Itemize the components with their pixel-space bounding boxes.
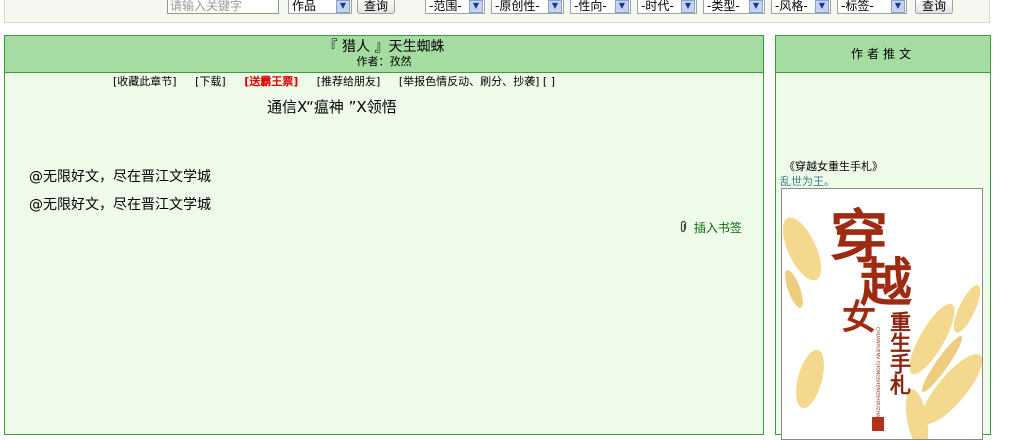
filter-originality-select[interactable]: -原创性- ▼ [491,0,564,14]
filter-label: -风格- [775,0,808,13]
chapter-header: 『 猎人 』天生蜘蛛 作者：孜然 [5,36,763,73]
author-line: 作者：孜然 [5,55,763,68]
recommend-link[interactable]: [推荐给朋友] [317,75,381,88]
filter-label: -类型- [707,0,740,13]
filter-style-select[interactable]: -风格- ▼ [771,0,831,14]
chevron-down-icon: ▼ [749,0,763,13]
query-button[interactable]: 查询 [357,0,395,14]
paperclip-icon [679,220,691,235]
chapter-title: 通信X“瘟神 ”X领悟 [267,98,397,116]
chevron-down-icon: ▼ [469,0,483,13]
chevron-down-icon: ▼ [815,0,829,13]
filter-range-select[interactable]: -范围- ▼ [425,0,485,14]
cover-pinyin: CHUANYUENV CHONGSHENGSHOUZHA [875,327,881,418]
author-recommend-panel: 作者推文 《穿越女重生手札》 乱世为王。 穿 越 女 重生手札 CHUANYUE… [775,35,991,440]
chevron-down-icon: ▼ [891,0,905,13]
filter-label: -时代- [641,0,674,13]
chevron-down-icon: ▼ [548,0,562,13]
chevron-down-icon: ▼ [336,0,350,13]
report-link[interactable]: [举报色情反动、刷分、抄袭] [ ] [399,75,555,88]
category-select-value: 作品 [292,0,317,13]
chevron-down-icon: ▼ [681,0,695,13]
search-bar: 请输入关键字 作品 ▼ 查询 -范围- ▼ -原创性- ▼ -性向- ▼ -时代… [4,0,990,23]
insert-bookmark-button[interactable]: 插入书签 [679,220,742,235]
chapter-paragraph: @无限好文，尽在晋江文学城 [29,169,211,185]
filter-type-select[interactable]: -类型- ▼ [703,0,765,14]
bookmark-label: 插入书签 [693,221,742,235]
recommended-book-title[interactable]: 《穿越女重生手札》 [784,160,883,173]
search-input[interactable]: 请输入关键字 [167,0,279,14]
author-recommend-header: 作者推文 [776,36,990,73]
filter-tag-select[interactable]: -标签- ▼ [837,0,907,14]
gift-ticket-link[interactable]: [送霸王票] [244,75,298,88]
recommended-book-tagline: 乱世为王。 [780,175,835,188]
query-button-2[interactable]: 查询 [915,0,953,14]
author-label: 作者： [356,55,390,68]
cover-small-char: 女 [842,298,876,338]
novel-title: 『 猎人 』天生蜘蛛 [323,39,445,55]
chevron-down-icon: ▼ [615,0,629,13]
book-cover-image[interactable]: 穿 越 女 重生手札 CHUANYUENV CHONGSHENGSHOUZHA [781,188,983,440]
filter-label: -标签- [841,0,874,13]
filter-label: -性向- [574,0,607,13]
chapter-action-links: [收藏此章节] [下载] [送霸王票] [推荐给朋友] [举报色情反动、刷分、抄… [113,75,555,88]
cover-subtitle: 重生手札 [888,311,913,395]
filter-label: -范围- [429,0,462,13]
author-name[interactable]: 孜然 [390,55,412,68]
collect-chapter-link[interactable]: [收藏此章节] [113,75,177,88]
filter-orientation-select[interactable]: -性向- ▼ [570,0,631,14]
chapter-panel: 『 猎人 』天生蜘蛛 作者：孜然 [收藏此章节] [下载] [送霸王票] [推荐… [4,35,764,435]
filter-era-select[interactable]: -时代- ▼ [637,0,697,14]
category-select[interactable]: 作品 ▼ [288,0,352,14]
download-link[interactable]: [下载] [195,75,226,88]
chapter-paragraph: @无限好文，尽在晋江文学城 [29,197,211,213]
filter-label: -原创性- [495,0,540,13]
